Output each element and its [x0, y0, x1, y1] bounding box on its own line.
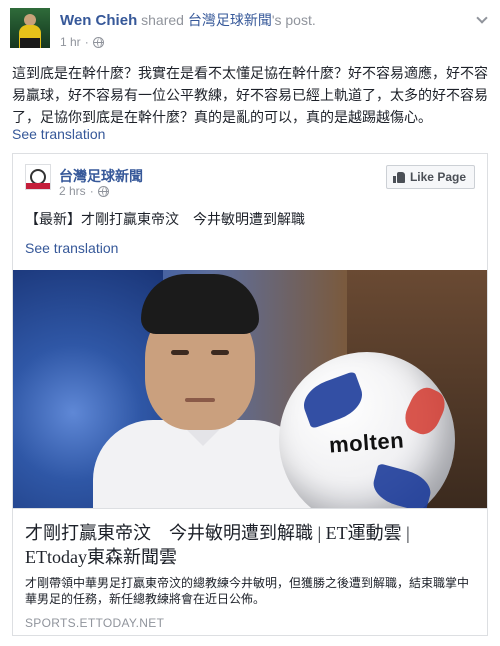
- see-translation-link[interactable]: See translation: [12, 126, 105, 142]
- thumbs-up-icon: [392, 171, 405, 183]
- post-suffix: 's post.: [271, 12, 316, 28]
- shared-post-header: 台灣足球新聞 2 hrs · Like Page: [25, 164, 475, 204]
- post-timestamp[interactable]: 1 hr: [60, 35, 81, 49]
- article-link-preview[interactable]: 才剛打贏東帝汶 今井敏明遭到解職 | ET運動雲 | ETtoday東森新聞雲 …: [13, 508, 487, 635]
- post-title-line: Wen Chieh shared 台灣足球新聞's post.: [60, 10, 490, 30]
- like-page-label: Like Page: [409, 170, 466, 184]
- shared-verb: shared: [137, 12, 188, 28]
- chevron-down-icon[interactable]: [476, 14, 486, 24]
- shared-post-card: 台灣足球新聞 2 hrs · Like Page 【最新】才剛打贏東帝汶 今井敏…: [12, 153, 488, 636]
- shared-page-link[interactable]: 台灣足球新聞: [188, 12, 272, 28]
- globe-icon[interactable]: [97, 185, 109, 197]
- shared-post-message: 【最新】才剛打贏東帝汶 今井敏明遭到解職: [25, 211, 305, 227]
- shared-post-meta: 2 hrs ·: [59, 184, 109, 198]
- like-page-button[interactable]: Like Page: [385, 165, 475, 189]
- meta-separator: ·: [84, 35, 89, 49]
- article-description: 才剛帶領中華男足打贏東帝汶的總教練今井敏明，但獲勝之後遭到解職，結束職掌中華男足…: [25, 576, 470, 606]
- post-header-text: Wen Chieh shared 台灣足球新聞's post. 1 hr ·: [60, 10, 490, 49]
- post-message: 這到底是在幹什麼？我實在是看不太懂足協在幹什麼？好不容易適應，好不容易贏球，好不…: [12, 65, 488, 125]
- article-image[interactable]: molten: [13, 270, 487, 508]
- article-title[interactable]: 才剛打贏東帝汶 今井敏明遭到解職 | ET運動雲 | ETtoday東森新聞雲: [25, 521, 475, 569]
- shared-see-translation-link[interactable]: See translation: [25, 240, 118, 256]
- author-name[interactable]: Wen Chieh: [60, 12, 137, 29]
- post-header: Wen Chieh shared 台灣足球新聞's post. 1 hr ·: [10, 8, 490, 52]
- author-avatar[interactable]: [10, 8, 50, 48]
- article-source: SPORTS.ETTODAY.NET: [25, 616, 165, 630]
- globe-icon[interactable]: [92, 36, 104, 48]
- feed-post: Wen Chieh shared 台灣足球新聞's post. 1 hr · 這…: [0, 0, 500, 646]
- shared-post-timestamp[interactable]: 2 hrs: [59, 184, 86, 198]
- post-meta: 1 hr ·: [60, 35, 490, 49]
- page-avatar[interactable]: [25, 164, 51, 190]
- ball-brand-logo: molten: [328, 427, 405, 458]
- meta-separator: ·: [89, 184, 94, 198]
- shared-page-name[interactable]: 台灣足球新聞: [59, 166, 143, 186]
